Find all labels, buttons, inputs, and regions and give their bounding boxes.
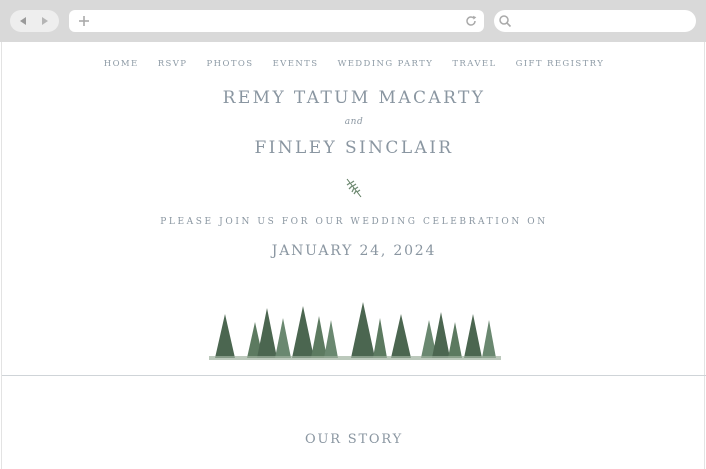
nav-gift-registry[interactable]: GIFT REGISTRY	[516, 59, 605, 69]
nav-home[interactable]: HOME	[104, 59, 139, 69]
nav-travel[interactable]: TRAVEL	[452, 59, 496, 69]
sprig-icon	[346, 178, 362, 198]
section-divider	[2, 375, 706, 376]
wedding-website: HOME RSVP PHOTOS EVENTS WEDDING PARTY TR…	[1, 42, 706, 469]
plus-icon[interactable]	[77, 14, 91, 28]
our-story-heading: OUR STORY	[305, 432, 403, 447]
nav-photos[interactable]: PHOTOS	[207, 59, 254, 69]
wedding-date: JANUARY 24, 2024	[271, 243, 437, 259]
pine-trees-illustration	[209, 302, 501, 360]
back-arrow-icon[interactable]	[16, 14, 30, 28]
forward-arrow-icon[interactable]	[38, 14, 52, 28]
history-buttons	[10, 10, 59, 32]
address-bar[interactable]	[69, 10, 484, 32]
search-field[interactable]	[494, 10, 696, 32]
nav-wedding-party[interactable]: WEDDING PARTY	[338, 59, 434, 69]
reload-icon[interactable]	[464, 14, 478, 28]
partner-one-name: REMY TATUM MACARTY	[222, 88, 486, 108]
nav-rsvp[interactable]: RSVP	[158, 59, 188, 69]
and-connector: and	[344, 117, 364, 127]
browser-toolbar	[0, 0, 706, 42]
site-navigation: HOME RSVP PHOTOS EVENTS WEDDING PARTY TR…	[2, 51, 706, 70]
search-icon	[499, 15, 512, 28]
nav-events[interactable]: EVENTS	[273, 59, 319, 69]
invitation-line: PLEASE JOIN US FOR OUR WEDDING CELEBRATI…	[160, 217, 548, 227]
partner-two-name: FINLEY SINCLAIR	[254, 138, 454, 158]
